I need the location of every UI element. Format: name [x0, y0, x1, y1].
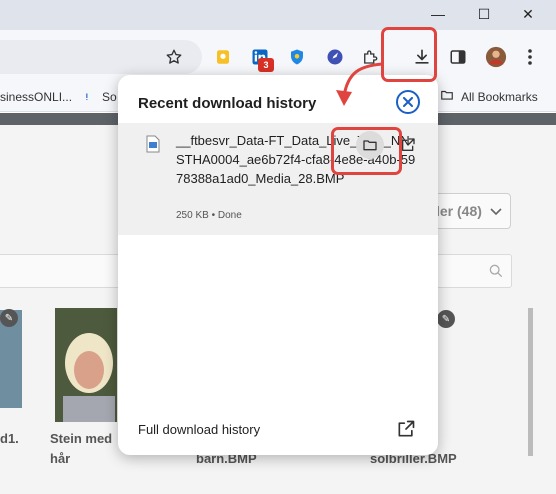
- photo-caption: Stein med hår: [50, 431, 113, 466]
- close-popup-button[interactable]: [396, 90, 420, 114]
- keep-icon[interactable]: [211, 45, 235, 69]
- search-icon: [489, 264, 502, 277]
- scrollbar[interactable]: [528, 308, 533, 456]
- annotation-arrow: [336, 62, 384, 106]
- menu-icon[interactable]: [518, 45, 542, 69]
- maximize-button[interactable]: ☐: [472, 4, 496, 24]
- bookmark-item[interactable]: sinessONLI...: [0, 90, 72, 104]
- download-file-meta: 250 KB • Done: [176, 210, 242, 221]
- chevron-down-icon: [490, 208, 502, 216]
- linkedin-badge: 3: [258, 58, 274, 72]
- edit-icon[interactable]: ✎: [437, 310, 455, 328]
- shield-extension-icon[interactable]: [285, 45, 309, 69]
- star-icon[interactable]: [162, 45, 186, 69]
- open-external-icon: [402, 138, 415, 151]
- photo-thumbnail[interactable]: [55, 308, 117, 422]
- close-window-button[interactable]: ✕: [516, 4, 540, 24]
- close-icon: [403, 97, 413, 107]
- edit-icon[interactable]: ✎: [0, 309, 18, 327]
- side-panel-icon[interactable]: [446, 45, 470, 69]
- photo-caption: d1.: [0, 431, 19, 446]
- bookmark-icon: ᵎ: [86, 90, 88, 104]
- all-bookmarks[interactable]: All Bookmarks: [461, 90, 538, 104]
- filter-label: ler (48): [436, 203, 482, 219]
- folder-button-highlight: [331, 127, 402, 175]
- profile-avatar[interactable]: [484, 45, 508, 69]
- minimize-button[interactable]: —: [426, 4, 450, 24]
- folder-icon: [440, 88, 454, 105]
- bookmark-item[interactable]: So: [102, 90, 117, 104]
- open-external-icon[interactable]: [396, 419, 416, 439]
- window-titlebar: — ☐ ✕: [0, 0, 556, 30]
- popup-title: Recent download history: [138, 95, 317, 112]
- image-file-icon: [146, 135, 160, 153]
- full-download-history-link[interactable]: Full download history: [138, 422, 260, 437]
